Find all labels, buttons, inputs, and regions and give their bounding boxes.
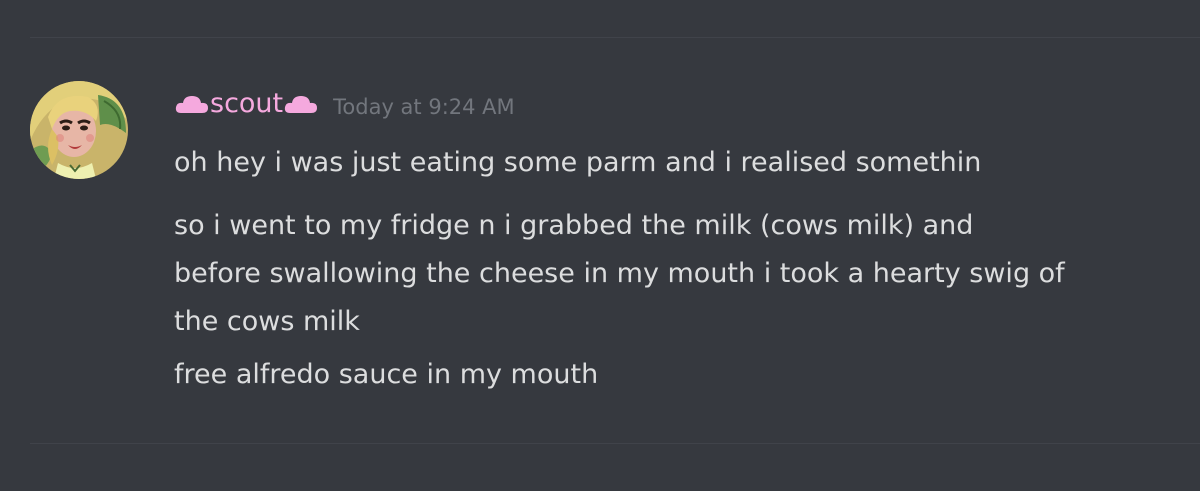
username-label: scout <box>210 88 284 119</box>
message-text[interactable]: so i went to my fridge n i grabbed the m… <box>174 202 1184 346</box>
message-header: scout Today at 9:24 AM <box>174 88 515 128</box>
chat-area: scout Today at 9:24 AM oh hey i was just… <box>0 0 1200 491</box>
timestamp: Today at 9:24 AM <box>333 94 515 119</box>
message-text[interactable]: oh hey i was just eating some parm and i… <box>174 139 1184 187</box>
cloud-icon <box>175 94 209 114</box>
avatar-illustration <box>30 81 128 179</box>
cloud-icon <box>284 94 318 114</box>
avatar[interactable] <box>30 81 128 179</box>
divider <box>30 37 1200 38</box>
message-text[interactable]: free alfredo sauce in my mouth <box>174 351 1184 399</box>
username[interactable]: scout <box>174 88 319 119</box>
divider <box>30 443 1200 444</box>
